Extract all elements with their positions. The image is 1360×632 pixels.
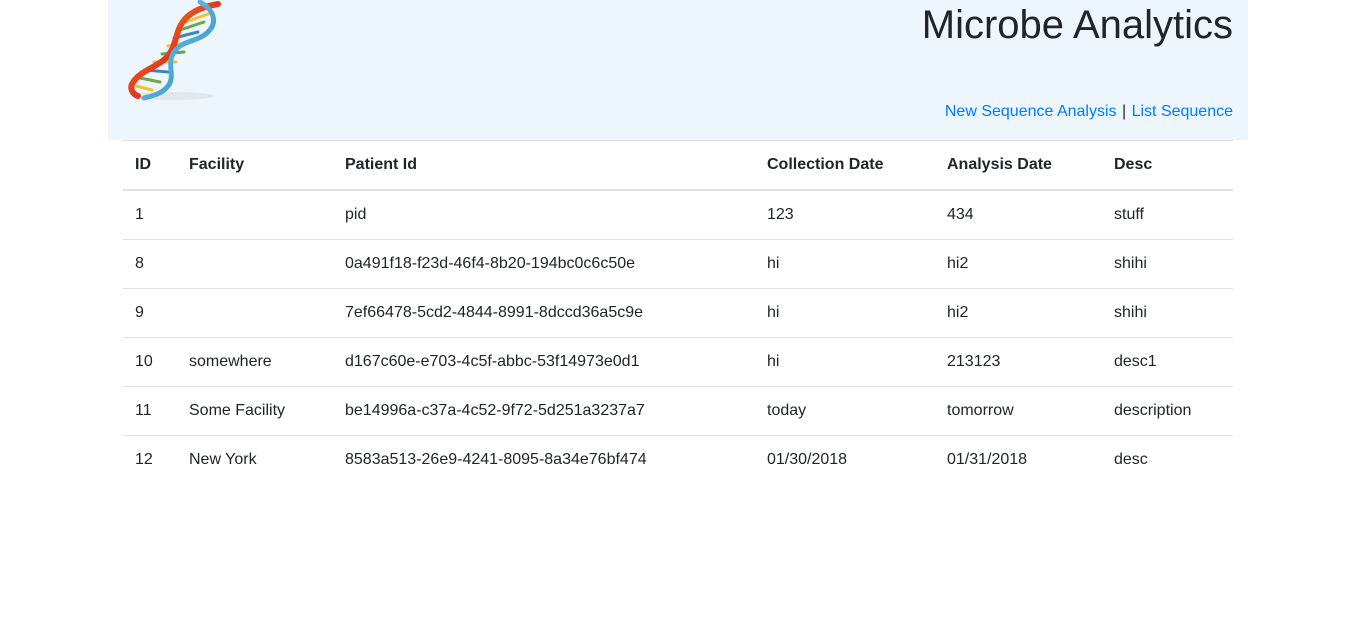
- cell-desc: stuff: [1114, 206, 1144, 223]
- table-header-row: ID Facility Patient Id Collection Date A…: [123, 140, 1233, 191]
- cell-id: 9: [123, 288, 177, 338]
- column-header-patient-id: Patient Id: [333, 140, 755, 191]
- cell-collection-date: 01/30/2018: [755, 435, 935, 484]
- top-nav: New Sequence Analysis | List Sequence: [945, 102, 1233, 122]
- cell-analysis-date: 01/31/2018: [935, 435, 1102, 484]
- cell-id: 11: [123, 386, 177, 436]
- cell-facility: New York: [177, 435, 333, 484]
- cell-collection-date: today: [755, 386, 935, 436]
- cell-facility: somewhere: [177, 337, 333, 387]
- new-sequence-analysis-link[interactable]: New Sequence Analysis: [945, 103, 1117, 120]
- column-header-facility: Facility: [177, 140, 333, 191]
- cell-patient-id: 7ef66478-5cd2-4844-8991-8dccd36a5c9e: [333, 288, 755, 338]
- cell-patient-id: 8583a513-26e9-4241-8095-8a34e76bf474: [333, 435, 755, 484]
- cell-facility: Some Facility: [177, 386, 333, 436]
- cell-id: 12: [123, 435, 177, 484]
- cell-analysis-date: hi2: [935, 239, 1102, 289]
- cell-analysis-date: 213123: [935, 337, 1102, 387]
- page-container: Microbe Analytics New Sequence Analysis …: [108, 0, 1248, 484]
- header: Microbe Analytics New Sequence Analysis …: [108, 0, 1248, 140]
- cell-facility: [177, 239, 333, 289]
- cell-collection-date: hi: [755, 239, 935, 289]
- cell-patient-id: d167c60e-e703-4c5f-abbc-53f14973e0d1: [333, 337, 755, 387]
- cell-patient-id: be14996a-c37a-4c52-9f72-5d251a3237a7: [333, 386, 755, 436]
- list-sequence-link[interactable]: List Sequence: [1132, 103, 1233, 120]
- table-row: 10 somewhere d167c60e-e703-4c5f-abbc-53f…: [123, 337, 1233, 387]
- cell-desc: desc1: [1102, 337, 1233, 387]
- cell-analysis-date: 434: [947, 206, 974, 223]
- column-header-analysis-date: Analysis Date: [935, 140, 1102, 191]
- cell-analysis-date: hi2: [935, 288, 1102, 338]
- sequence-table: ID Facility Patient Id Collection Date A…: [123, 140, 1233, 484]
- cell-facility: [177, 288, 333, 338]
- nav-separator: |: [1121, 103, 1127, 120]
- dna-helix-icon: [122, 0, 226, 104]
- table-row: 8 0a491f18-f23d-46f4-8b20-194bc0c6c50e h…: [123, 239, 1233, 289]
- app-title: Microbe Analytics: [921, 3, 1233, 47]
- cell-desc: shihi: [1102, 239, 1233, 289]
- column-header-collection-date: Collection Date: [755, 140, 935, 191]
- column-header-desc: Desc: [1102, 140, 1233, 191]
- table-row: 1 pid 123 434 stuff: [123, 190, 1233, 240]
- sequence-table-wrapper: ID Facility Patient Id Collection Date A…: [123, 140, 1233, 484]
- cell-desc: description: [1102, 386, 1233, 436]
- cell-desc: shihi: [1102, 288, 1233, 338]
- cell-id: 1: [135, 206, 144, 223]
- cell-collection-date: hi: [755, 288, 935, 338]
- cell-collection-date: 123: [767, 206, 794, 223]
- cell-collection-date: hi: [755, 337, 935, 387]
- table-row: 9 7ef66478-5cd2-4844-8991-8dccd36a5c9e h…: [123, 288, 1233, 338]
- cell-desc: desc: [1102, 435, 1233, 484]
- cell-patient-id: pid: [345, 206, 367, 223]
- cell-analysis-date: tomorrow: [935, 386, 1102, 436]
- table-row: 11 Some Facility be14996a-c37a-4c52-9f72…: [123, 386, 1233, 436]
- cell-patient-id: 0a491f18-f23d-46f4-8b20-194bc0c6c50e: [333, 239, 755, 289]
- cell-id: 8: [123, 239, 177, 289]
- table-row: 12 New York 8583a513-26e9-4241-8095-8a34…: [123, 435, 1233, 484]
- column-header-id: ID: [123, 140, 177, 191]
- cell-facility: [177, 190, 333, 240]
- cell-id: 10: [123, 337, 177, 387]
